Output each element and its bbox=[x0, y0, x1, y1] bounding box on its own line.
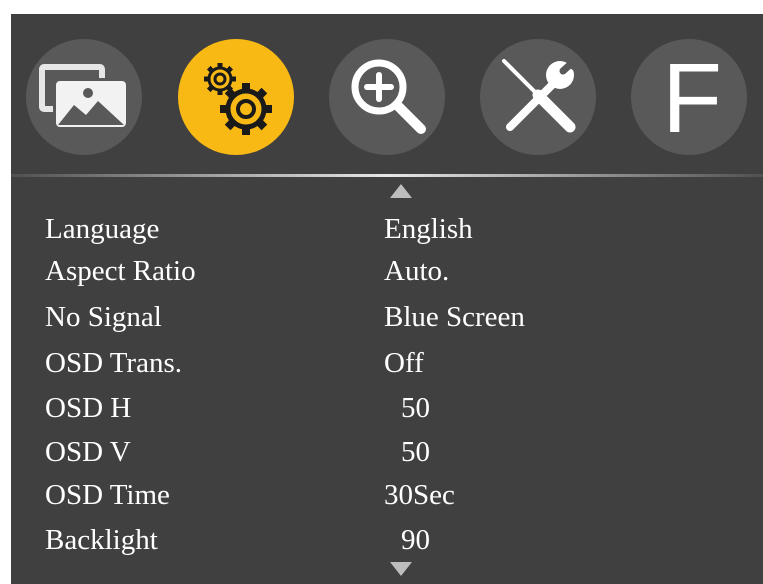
zoom-in-icon bbox=[351, 59, 426, 134]
triangle-up-icon[interactable] bbox=[390, 184, 412, 198]
menu-item-value: 50 bbox=[401, 392, 430, 424]
tab-tools[interactable] bbox=[480, 39, 596, 155]
menu-item-label: Backlight bbox=[45, 524, 158, 556]
menu-item-label: OSD Trans. bbox=[45, 347, 182, 379]
menu-item-backlight[interactable]: Backlight 90 bbox=[11, 520, 763, 560]
menu-item-no-signal[interactable]: No Signal Blue Screen bbox=[11, 297, 763, 337]
menu-item-label: OSD V bbox=[45, 436, 131, 468]
osd-menu: F Language English Aspect Ratio Auto. No… bbox=[11, 14, 763, 584]
menu-tabs: F bbox=[11, 14, 763, 174]
menu-item-value: 50 bbox=[401, 436, 430, 468]
menu-item-label: OSD H bbox=[45, 392, 132, 424]
tab-zoom[interactable] bbox=[329, 39, 445, 155]
tab-picture[interactable] bbox=[26, 39, 142, 155]
wrench-screwdriver-icon bbox=[502, 57, 578, 133]
tab-settings[interactable] bbox=[178, 39, 294, 155]
letter-f-icon: F bbox=[662, 43, 722, 153]
menu-item-value: Auto. bbox=[384, 255, 450, 287]
menu-item-value: 30Sec bbox=[384, 479, 455, 511]
menu-item-label: OSD Time bbox=[45, 479, 170, 511]
tab-factory[interactable]: F bbox=[631, 39, 747, 155]
menu-item-label: Language bbox=[45, 213, 160, 245]
menu-item-language[interactable]: Language English bbox=[11, 209, 763, 249]
menu-item-value: 90 bbox=[401, 524, 430, 556]
menu-item-value: Off bbox=[384, 347, 424, 379]
triangle-down-icon[interactable] bbox=[390, 562, 412, 576]
gears-icon bbox=[204, 63, 272, 135]
menu-item-aspect-ratio[interactable]: Aspect Ratio Auto. bbox=[11, 251, 763, 291]
menu-item-osd-time[interactable]: OSD Time 30Sec bbox=[11, 475, 763, 515]
menu-item-value: Blue Screen bbox=[384, 301, 525, 333]
menu-item-osd-v[interactable]: OSD V 50 bbox=[11, 432, 763, 472]
divider bbox=[11, 174, 763, 177]
menu-item-value: English bbox=[384, 213, 473, 245]
menu-item-label: Aspect Ratio bbox=[45, 255, 196, 287]
menu-item-osd-trans[interactable]: OSD Trans. Off bbox=[11, 343, 763, 383]
menu-item-osd-h[interactable]: OSD H 50 bbox=[11, 388, 763, 428]
menu-item-label: No Signal bbox=[45, 301, 162, 333]
image-icon bbox=[39, 64, 129, 130]
